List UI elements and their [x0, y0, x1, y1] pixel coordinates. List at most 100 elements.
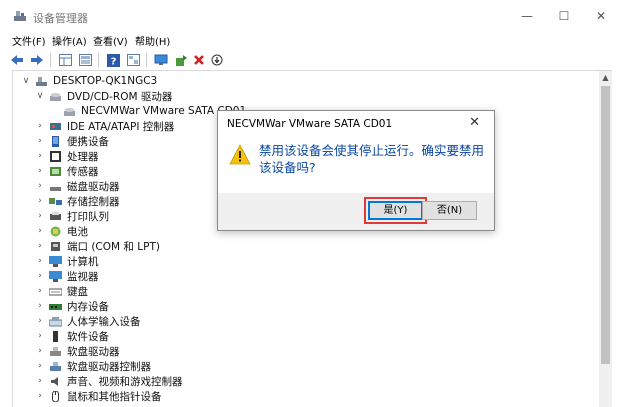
tree-item-memory[interactable]: › 内存设备 — [35, 298, 109, 314]
tree-item-keyboard[interactable]: › 键盘 — [35, 283, 88, 299]
toolbar: ? — [0, 49, 625, 71]
svg-text:?: ? — [110, 56, 116, 67]
tree-item-port[interactable]: › 端口 (COM 和 LPT) — [35, 238, 160, 254]
chevron-right-icon[interactable]: › — [35, 241, 45, 251]
tree-item-label: 存储控制器 — [67, 195, 120, 208]
chevron-right-icon[interactable]: › — [35, 181, 45, 191]
menu-action[interactable]: 操作(A) — [52, 33, 87, 48]
no-button[interactable]: 否(N) — [422, 201, 477, 220]
tree-item-monitor[interactable]: › 监视器 — [35, 268, 99, 284]
tree-item-label: 计算机 — [67, 255, 99, 268]
tree-item-label: 处理器 — [67, 150, 99, 163]
tree-item-label: 端口 (COM 和 LPT) — [67, 240, 160, 253]
device-list-icon[interactable] — [76, 52, 94, 68]
tree-item-print-queue[interactable]: › 打印队列 — [35, 208, 109, 224]
forward-arrow-icon[interactable] — [28, 52, 46, 68]
tree-item-storage[interactable]: › 存储控制器 — [35, 193, 120, 209]
tree-item-portable[interactable]: › 便携设备 — [35, 133, 109, 149]
device-view-icon[interactable] — [124, 52, 142, 68]
chevron-right-icon[interactable]: › — [35, 196, 45, 206]
chevron-right-icon[interactable]: › — [35, 271, 45, 281]
maximize-button[interactable]: ☐ — [549, 6, 579, 26]
processor-icon — [50, 150, 61, 162]
hid-icon — [49, 316, 62, 326]
tree-item-sound[interactable]: › 声音、视频和游戏控制器 — [35, 373, 183, 389]
warning-icon — [229, 144, 251, 165]
tree-item-label: 内存设备 — [67, 300, 109, 313]
menu-file[interactable]: 文件(F) — [12, 33, 46, 48]
uninstall-x-icon[interactable] — [190, 52, 208, 68]
tree-item-floppy-controller[interactable]: › 软盘驱动器控制器 — [35, 358, 151, 374]
tree-item-sensor[interactable]: › 传感器 — [35, 163, 99, 179]
toolbar-separator — [50, 53, 51, 67]
keyboard-icon — [49, 288, 62, 295]
tree-item-label: 打印队列 — [67, 210, 109, 223]
scroll-up-icon[interactable]: ▲ — [600, 72, 611, 84]
chevron-right-icon[interactable]: › — [35, 376, 45, 386]
chevron-right-icon[interactable]: › — [35, 346, 45, 356]
sound-icon — [51, 376, 58, 386]
minimize-button[interactable]: — — [512, 6, 542, 26]
toolbar-separator — [98, 53, 99, 67]
scroll-thumb[interactable] — [601, 86, 610, 364]
chevron-right-icon[interactable]: › — [35, 256, 45, 266]
tree-item-label: 磁盘驱动器 — [67, 180, 120, 193]
tree-item-ide[interactable]: › IDE ATA/ATAPI 控制器 — [35, 118, 174, 134]
mouse-icon — [52, 390, 59, 402]
ide-controller-icon — [50, 122, 61, 130]
update-driver-icon[interactable] — [172, 52, 190, 68]
chevron-right-icon[interactable]: › — [35, 151, 45, 161]
chevron-down-icon[interactable]: ∨ — [35, 91, 45, 101]
back-arrow-icon[interactable] — [8, 52, 26, 68]
chevron-right-icon[interactable]: › — [35, 226, 45, 236]
chevron-right-icon[interactable]: › — [35, 121, 45, 131]
chevron-right-icon[interactable]: › — [35, 316, 45, 326]
tree-item-hid[interactable]: › 人体学输入设备 — [35, 313, 140, 329]
tree-item-label: 键盘 — [67, 285, 88, 298]
tree-root[interactable]: ∨ DESKTOP-QK1NGC3 — [21, 73, 158, 89]
chevron-right-icon[interactable]: › — [35, 391, 45, 401]
chevron-right-icon[interactable]: › — [35, 166, 45, 176]
disk-drive-icon — [50, 186, 61, 191]
tree-item-label: 软盘驱动器 — [67, 345, 120, 358]
chevron-right-icon[interactable]: › — [35, 301, 45, 311]
scan-hardware-icon[interactable] — [208, 52, 226, 68]
yes-button[interactable]: 是(Y) — [368, 201, 423, 220]
chevron-right-icon[interactable]: › — [35, 361, 45, 371]
dialog-footer: 是(Y) 否(N) — [218, 193, 494, 230]
port-icon — [51, 241, 60, 251]
device-manager-icon — [14, 11, 26, 21]
help-icon[interactable]: ? — [104, 52, 122, 68]
tree-item-label: IDE ATA/ATAPI 控制器 — [67, 120, 175, 133]
properties-grid-icon[interactable] — [56, 52, 74, 68]
memory-icon — [49, 303, 62, 310]
tree-item-battery[interactable]: › 电池 — [35, 223, 88, 239]
vertical-scrollbar[interactable]: ▲ — [599, 71, 612, 407]
tree-item-floppy[interactable]: › 软盘驱动器 — [35, 343, 120, 359]
chevron-down-icon[interactable]: ∨ — [21, 76, 31, 86]
chevron-right-icon[interactable]: › — [35, 286, 45, 296]
close-window-button[interactable]: ✕ — [586, 6, 616, 26]
tree-item-software-device[interactable]: › 软件设备 — [35, 328, 109, 344]
dialog-title: NECVMWar VMware SATA CD01 — [227, 118, 393, 130]
tree-item-disk[interactable]: › 磁盘驱动器 — [35, 178, 120, 194]
chevron-right-icon[interactable]: › — [35, 136, 45, 146]
menu-help[interactable]: 帮助(H) — [135, 33, 170, 48]
tree-item-label: 传感器 — [67, 165, 99, 178]
dialog-close-button[interactable]: ✕ — [469, 115, 480, 130]
dvd-drive-icon — [50, 92, 61, 101]
tree-item-label: 声音、视频和游戏控制器 — [67, 375, 183, 388]
monitor-icon[interactable] — [152, 52, 170, 68]
floppy-controller-icon — [50, 361, 61, 371]
tree-item-mouse[interactable]: › 鼠标和其他指针设备 — [35, 388, 162, 404]
storage-controller-icon — [49, 197, 62, 205]
tree-item-processor[interactable]: › 处理器 — [35, 148, 99, 164]
tree-item-label: DVD/CD-ROM 驱动器 — [67, 90, 173, 103]
chevron-right-icon[interactable]: › — [35, 331, 45, 341]
tree-item-label: 软盘驱动器控制器 — [67, 360, 151, 373]
tree-item-computer[interactable]: › 计算机 — [35, 253, 99, 269]
menu-bar: 文件(F) 操作(A) 查看(V) 帮助(H) — [0, 30, 625, 48]
menu-view[interactable]: 查看(V) — [93, 33, 128, 48]
tree-item-dvd[interactable]: ∨ DVD/CD-ROM 驱动器 — [35, 88, 173, 104]
chevron-right-icon[interactable]: › — [35, 211, 45, 221]
